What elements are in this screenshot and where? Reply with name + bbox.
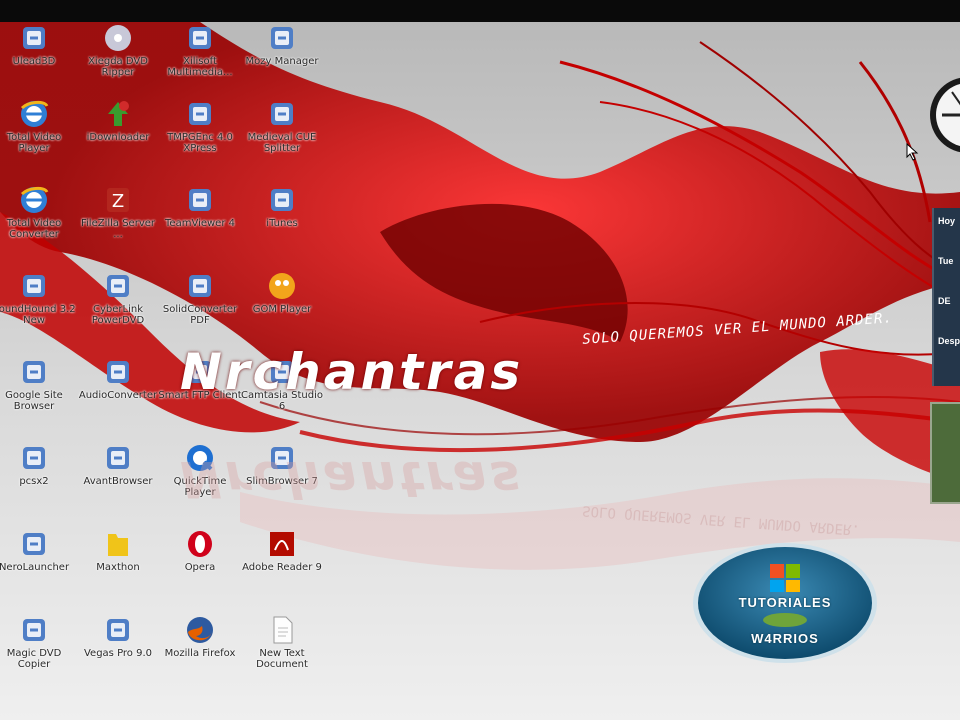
desktop-icon[interactable]: Maxthon	[76, 528, 160, 573]
logo-subtitle: W4RRIOS	[751, 631, 819, 646]
desktop-icon-label: SoundHound 3.2 New	[0, 304, 76, 326]
desktop-icon-label: Opera	[184, 562, 216, 573]
app-icon	[184, 98, 216, 130]
desktop-icon-label: TMPGEnc 4.0 XPress	[167, 132, 233, 154]
desktop-icon[interactable]: Xilisoft Multimedia...	[158, 22, 242, 78]
mouse-cursor-icon	[906, 143, 919, 161]
desktop-icon[interactable]: TeamViewer 4	[158, 184, 242, 229]
desktop-icon-label: CyberLink PowerDVD	[91, 304, 145, 326]
desktop-icon[interactable]: iDownloader	[76, 98, 160, 143]
app-icon	[266, 98, 298, 130]
desktop-icon[interactable]: NeroLauncher	[0, 528, 76, 573]
desktop-icon[interactable]: CyberLink PowerDVD	[76, 270, 160, 326]
wallpaper-brand-reflection: Nrchantras	[180, 450, 524, 508]
desktop-icon-label: Maxthon	[96, 562, 140, 573]
app-icon	[18, 614, 50, 646]
app-icon	[266, 22, 298, 54]
app-icon	[18, 442, 50, 474]
desktop-icon-label: NeroLauncher	[0, 562, 70, 573]
app-icon	[184, 22, 216, 54]
desktop-icon-label: Ulead3D	[12, 56, 56, 67]
pdf-icon	[266, 528, 298, 560]
ie-icon	[18, 184, 50, 216]
filezilla-icon: Z	[102, 184, 134, 216]
desktop-icon[interactable]: New Text Document	[240, 614, 324, 670]
desktop-icon[interactable]: Medieval CUE Splitter	[240, 98, 324, 154]
desktop-icon[interactable]: Ulead3D	[0, 22, 76, 67]
desktop-icon[interactable]: Google Site Browser	[0, 356, 76, 412]
desktop-icon-label: iDownloader	[86, 132, 150, 143]
desktop-icon[interactable]: AvantBrowser	[76, 442, 160, 487]
wallpaper-brand: Nrchantras	[180, 343, 524, 401]
desktop-icon[interactable]: Vegas Pro 9.0	[76, 614, 160, 659]
desktop-icon-label: Vegas Pro 9.0	[83, 648, 153, 659]
desktop-icon-label: Google Site Browser	[5, 390, 63, 412]
gadget-row: Tue	[938, 256, 954, 266]
desktop-icon-label: AvantBrowser	[83, 476, 153, 487]
gadget-row: Hoy	[938, 216, 956, 226]
app-icon	[18, 22, 50, 54]
desktop-icon-label: pcsx2	[19, 476, 49, 487]
desktop-icon-label: TeamViewer 4	[165, 218, 235, 229]
app-icon	[18, 356, 50, 388]
app-icon	[18, 528, 50, 560]
app-icon	[184, 270, 216, 302]
desktop-icon[interactable]: Opera	[158, 528, 242, 573]
desktop-icon-label: Magic DVD Copier	[6, 648, 62, 670]
desktop-icon-label: GOM Player	[252, 304, 312, 315]
app-icon	[102, 442, 134, 474]
desktop-icon-label: Medieval CUE Splitter	[247, 132, 317, 154]
desktop-icon-label: Mozilla Firefox	[164, 648, 236, 659]
desktop-icon-label: Mozy Manager	[245, 56, 319, 67]
desktop-icon[interactable]: Xiegda DVD Ripper	[76, 22, 160, 78]
app-icon	[266, 184, 298, 216]
desktop-icon[interactable]: SoundHound 3.2 New	[0, 270, 76, 326]
desktop-icon[interactable]: Mozy Manager	[240, 22, 324, 67]
top-black-bar	[0, 0, 960, 22]
desktop-icon[interactable]: iTunes	[240, 184, 324, 229]
tutoriales-warrios-logo: TUTORIALES W4RRIOS	[692, 542, 878, 664]
desktop-icon-label: Adobe Reader 9	[242, 562, 322, 573]
dvd-icon	[102, 22, 134, 54]
desktop-icon-label: SolidConverter PDF	[162, 304, 238, 326]
desktop-icon-label: Xilisoft Multimedia...	[167, 56, 233, 78]
desktop-icon[interactable]: Adobe Reader 9	[240, 528, 324, 573]
app-icon	[102, 356, 134, 388]
app-icon	[18, 270, 50, 302]
download-icon	[102, 98, 134, 130]
desktop-icon-label: Total Video Player	[6, 132, 62, 154]
desktop-icon[interactable]: pcsx2	[0, 442, 76, 487]
opera-icon	[184, 528, 216, 560]
sidebar-gadget-panel[interactable]: Hoy Tue DE Desp	[932, 208, 960, 386]
firefox-icon	[184, 614, 216, 646]
desktop-icon-label: Total Video Converter	[6, 218, 62, 240]
app-icon	[102, 614, 134, 646]
logo-title: TUTORIALES	[738, 595, 832, 610]
app-icon	[184, 184, 216, 216]
desktop-icon[interactable]: Total Video Converter	[0, 184, 76, 240]
folder-icon	[102, 528, 134, 560]
desktop-icon[interactable]: Z FileZilla Server ...	[76, 184, 160, 240]
desktop-icon[interactable]: GOM Player	[240, 270, 324, 315]
slideshow-gadget[interactable]	[930, 402, 960, 504]
desktop-icon[interactable]: AudioConverter	[76, 356, 160, 401]
desktop-icon-label: Xiegda DVD Ripper	[88, 56, 148, 78]
clock-gadget[interactable]	[928, 70, 960, 160]
app-icon	[102, 270, 134, 302]
desktop-icon-label: FileZilla Server ...	[80, 218, 156, 240]
desktop-icon[interactable]: Total Video Player	[0, 98, 76, 154]
ie-icon	[18, 98, 50, 130]
gadget-row: Desp	[938, 336, 960, 346]
desktop-icon-label: New Text Document	[256, 648, 308, 670]
desktop-icon[interactable]: TMPGEnc 4.0 XPress	[158, 98, 242, 154]
desktop-icon-label: iTunes	[266, 218, 298, 229]
desktop-icon[interactable]: SolidConverter PDF	[158, 270, 242, 326]
svg-text:Z: Z	[112, 191, 124, 212]
text-document-icon	[266, 614, 298, 646]
desktop-icon[interactable]: Mozilla Firefox	[158, 614, 242, 659]
gadget-row: DE	[938, 296, 951, 306]
gom-icon	[266, 270, 298, 302]
desktop-icon-label: AudioConverter	[78, 390, 158, 401]
desktop-icon[interactable]: Magic DVD Copier	[0, 614, 76, 670]
